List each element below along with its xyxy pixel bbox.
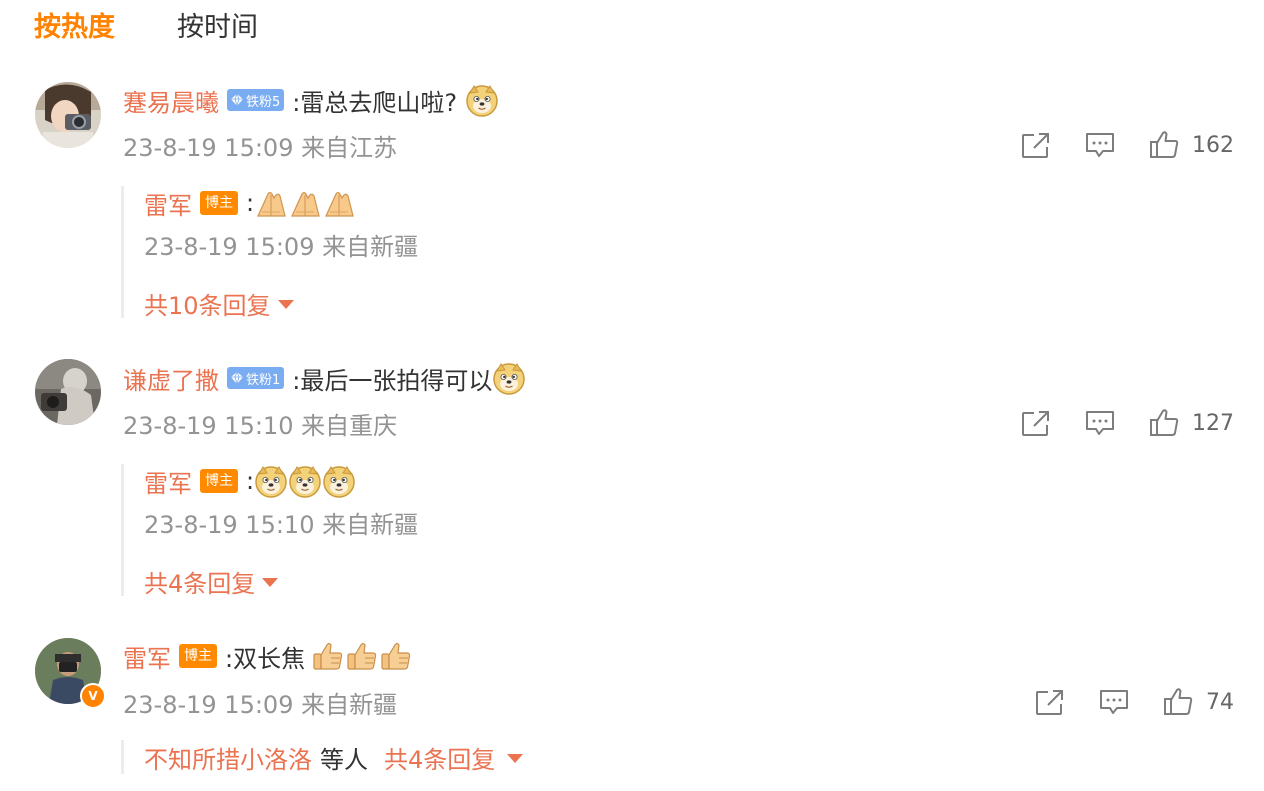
more-replies-button[interactable]: 共4条回复 <box>144 564 844 598</box>
avatar[interactable] <box>35 359 101 425</box>
comment-actions: 162 <box>1004 128 1234 162</box>
reply-text: : <box>246 189 255 217</box>
diamond-icon <box>230 371 244 385</box>
thumbs-up-icon <box>1148 408 1180 438</box>
more-replies-label: 共4条回复 <box>384 745 496 774</box>
host-badge: 博主 <box>200 469 238 493</box>
share-button[interactable] <box>1004 406 1068 440</box>
share-button[interactable] <box>1004 128 1068 162</box>
pray-emoji-icon <box>288 186 322 220</box>
summary-names[interactable]: 不知所措小洛洛 <box>144 740 312 775</box>
like-count: 162 <box>1192 132 1234 158</box>
more-replies-button[interactable]: 共10条回复 <box>144 286 844 320</box>
thumbs-up-emoji-icon <box>379 639 413 673</box>
reply-summary-line: 不知所措小洛洛 等人 共4条回复 <box>144 740 844 774</box>
sort-tabs: 按热度 按时间 <box>34 8 258 48</box>
reply-text-wrap: : <box>246 464 356 498</box>
host-badge: 博主 <box>179 644 217 668</box>
reply-text: : <box>246 467 255 495</box>
like-button[interactable]: 74 <box>1162 687 1234 717</box>
username[interactable]: 蹇易晨曦 <box>123 83 219 118</box>
comment-meta: 23-8-19 15:10 来自重庆 <box>123 412 398 440</box>
reply-summary: 不知所措小洛洛 等人 共4条回复 <box>121 740 844 774</box>
tab-time[interactable]: 按时间 <box>177 8 258 48</box>
comment-meta: 23-8-19 15:09 来自江苏 <box>123 134 398 162</box>
reply-header: 雷军 博主 : <box>144 464 844 498</box>
caret-down-icon <box>507 754 524 763</box>
comment-header: 蹇易晨曦 铁粉5 :雷总去爬山啦? <box>123 82 499 118</box>
fan-badge-label: 铁粉5 <box>246 94 281 110</box>
comment-icon <box>1084 130 1116 160</box>
caret-down-icon <box>262 578 279 587</box>
doge-emoji-icon <box>465 83 499 117</box>
doge-emoji-icon <box>322 464 356 498</box>
reply-button[interactable] <box>1068 406 1132 440</box>
comment-meta: 23-8-19 15:09 来自新疆 <box>123 691 398 719</box>
avatar[interactable] <box>35 82 101 148</box>
pray-emoji-icon <box>254 186 288 220</box>
summary-suffix: 等人 <box>320 745 368 774</box>
like-count: 74 <box>1206 689 1234 715</box>
comment-text: :最后一张拍得可以 <box>292 366 493 395</box>
share-icon <box>1034 687 1066 717</box>
like-button[interactable]: 127 <box>1148 408 1234 438</box>
doge-emoji-icon <box>288 464 322 498</box>
username[interactable]: 谦虚了撒 <box>123 361 219 396</box>
tab-hot[interactable]: 按热度 <box>34 8 115 48</box>
thumbs-up-emoji-icon <box>311 639 345 673</box>
reply-header: 雷军 博主 : <box>144 186 844 220</box>
fan-badge-label: 铁粉1 <box>246 372 281 388</box>
like-button[interactable]: 162 <box>1148 130 1234 160</box>
more-replies-button[interactable]: 共4条回复 <box>384 740 524 774</box>
comment-header: 谦虚了撒 铁粉1 :最后一张拍得可以 <box>123 360 526 396</box>
reply-meta: 23-8-19 15:10 来自新疆 <box>144 511 419 539</box>
verified-badge: V <box>80 683 106 709</box>
doge-emoji-icon <box>492 361 526 395</box>
reply-thread: 雷军 博主 : 23-8-19 15:09 来自新疆 共10条回复 <box>121 186 844 320</box>
username[interactable]: 雷军 <box>123 639 171 674</box>
thumbs-up-emoji-icon <box>345 639 379 673</box>
fan-badge[interactable]: 铁粉1 <box>227 367 285 389</box>
reply-username[interactable]: 雷军 <box>144 186 192 221</box>
caret-down-icon <box>277 300 294 309</box>
share-button[interactable] <box>1018 685 1082 719</box>
like-count: 127 <box>1192 410 1234 436</box>
comment-text: :双长焦 <box>225 644 306 673</box>
comment-text: :雷总去爬山啦? <box>292 88 458 117</box>
comment-text-wrap: :最后一张拍得可以 <box>292 361 526 396</box>
diamond-icon <box>230 93 244 107</box>
comment-actions: 127 <box>1004 406 1234 440</box>
reply-text-wrap: : <box>246 186 356 220</box>
pray-emoji-icon <box>322 186 356 220</box>
host-badge: 博主 <box>200 191 238 215</box>
share-icon <box>1020 408 1052 438</box>
reply-button[interactable] <box>1082 685 1146 719</box>
more-replies-label: 共10条回复 <box>144 291 271 320</box>
comment-header: 雷军 博主 :双长焦 <box>123 638 413 674</box>
more-replies-label: 共4条回复 <box>144 569 256 598</box>
reply-username[interactable]: 雷军 <box>144 464 192 499</box>
reply-button[interactable] <box>1068 128 1132 162</box>
share-icon <box>1020 130 1052 160</box>
thumbs-up-icon <box>1148 130 1180 160</box>
comment-text-wrap: :雷总去爬山啦? <box>292 83 499 118</box>
reply-meta: 23-8-19 15:09 来自新疆 <box>144 233 419 261</box>
comment-text-wrap: :双长焦 <box>225 639 413 674</box>
reply-thread: 雷军 博主 : 23-8-19 15:10 来自新疆 共4条回复 <box>121 464 844 598</box>
comment-icon <box>1098 687 1130 717</box>
doge-emoji-icon <box>254 464 288 498</box>
comment-actions: 74 <box>1018 685 1234 719</box>
thumbs-up-icon <box>1162 687 1194 717</box>
comment-icon <box>1084 408 1116 438</box>
fan-badge[interactable]: 铁粉5 <box>227 89 285 111</box>
